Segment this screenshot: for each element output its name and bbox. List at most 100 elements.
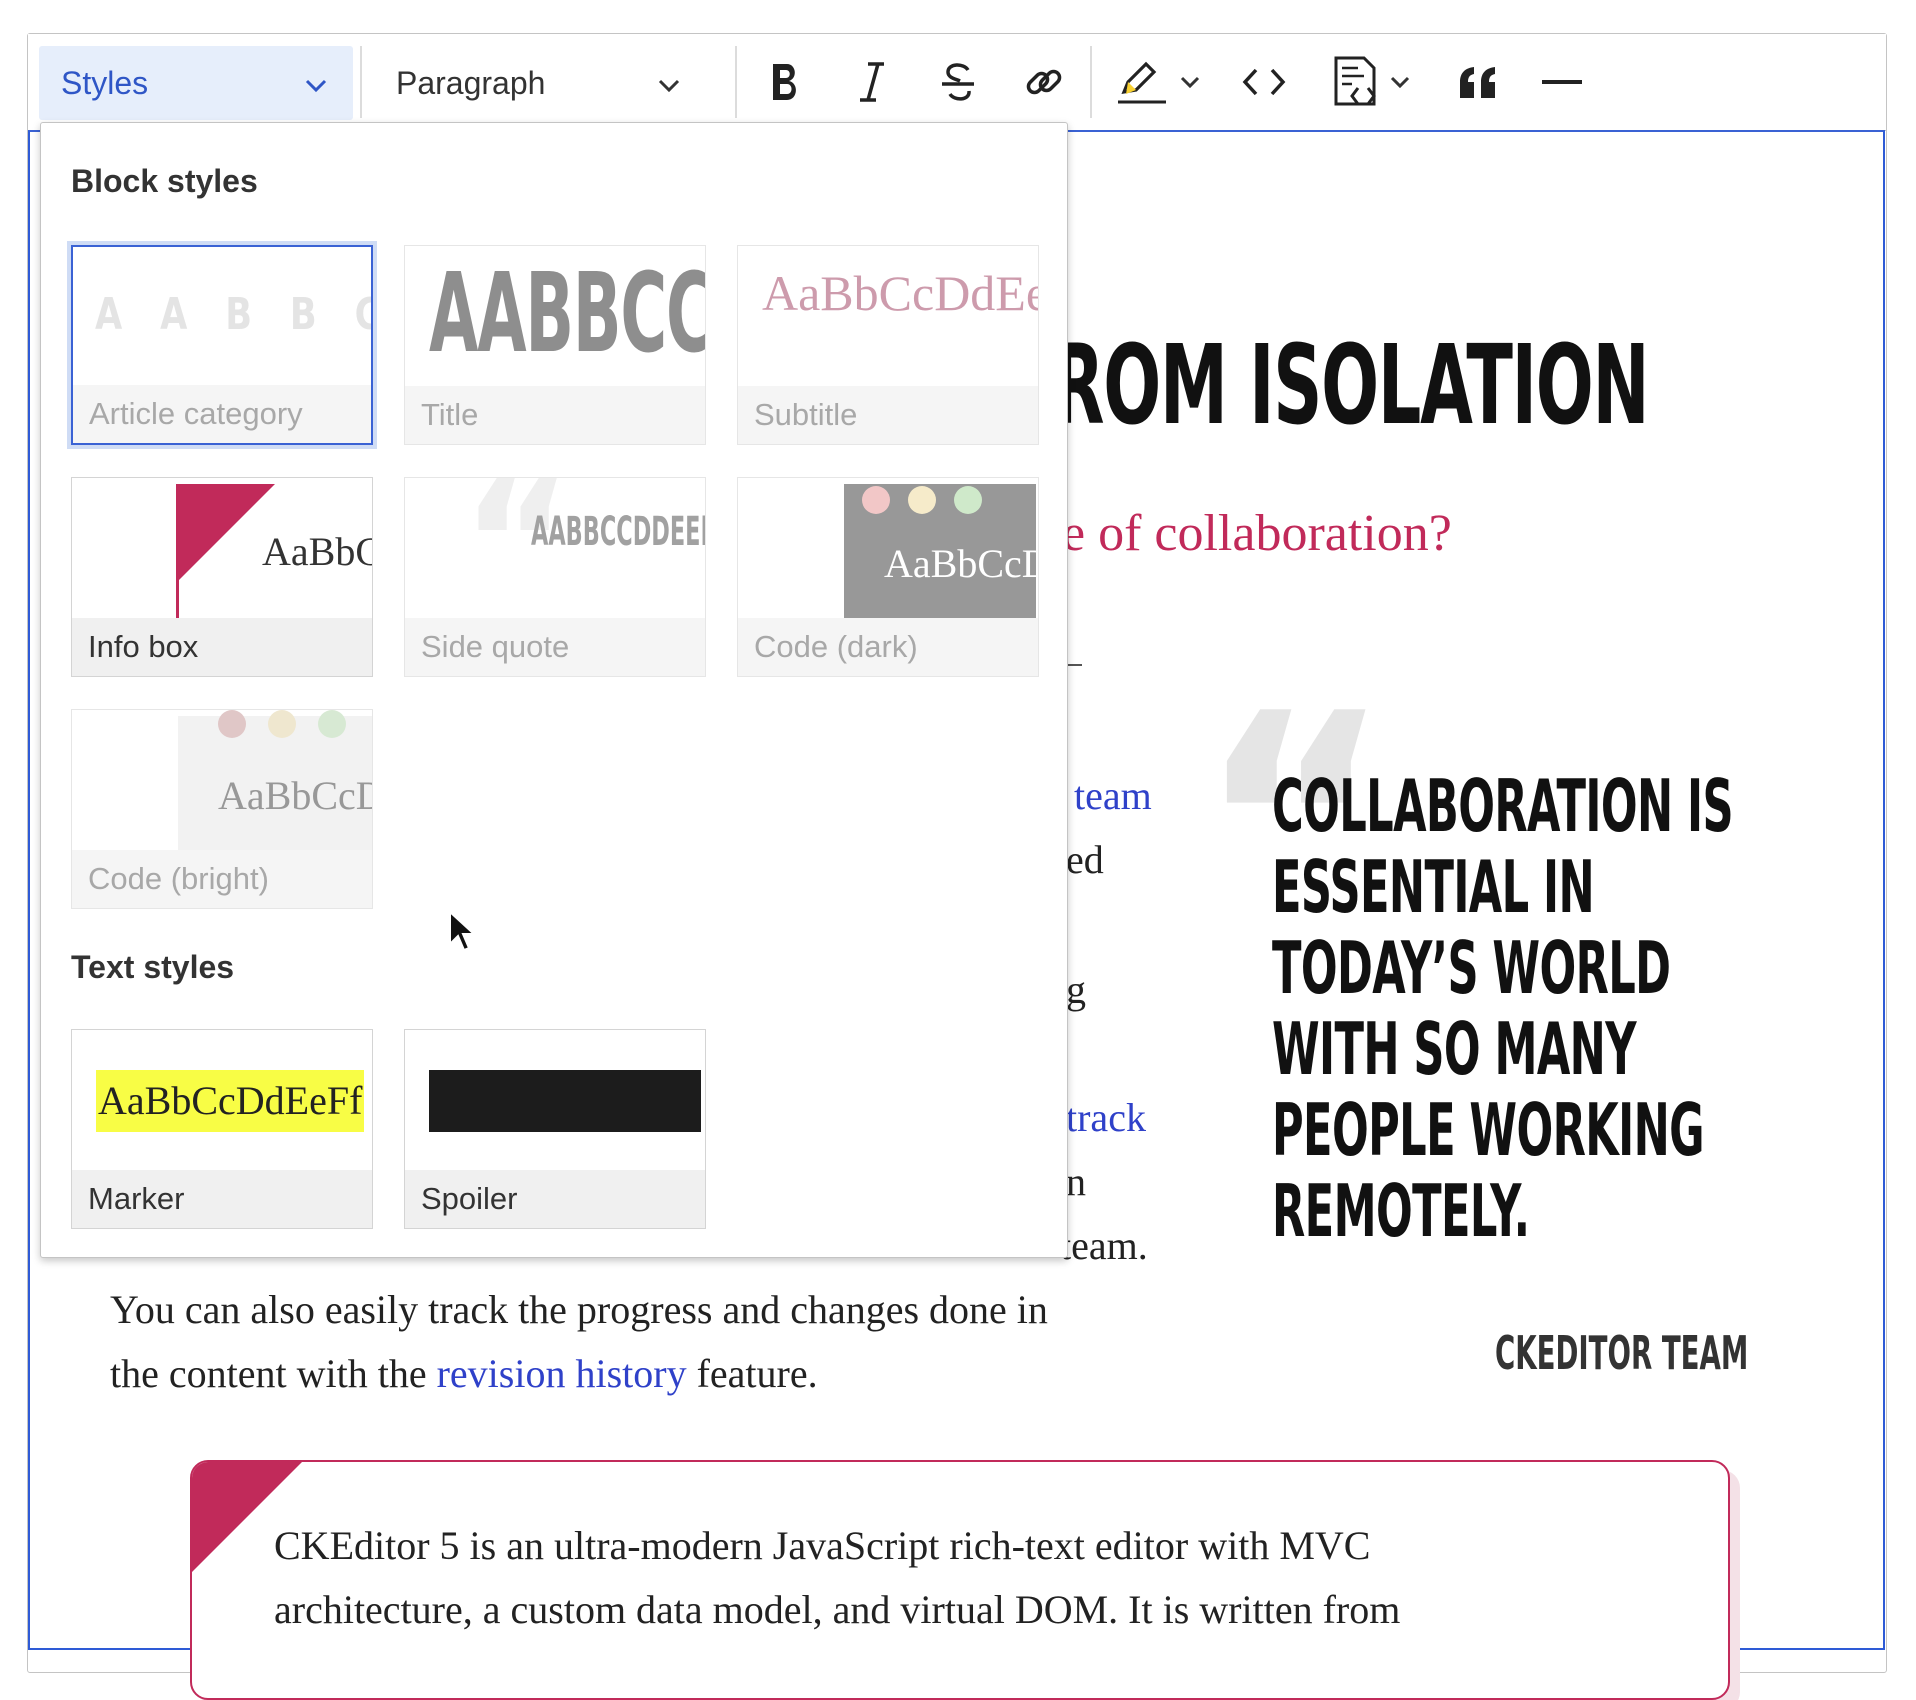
chevron-down-icon xyxy=(656,70,682,107)
style-label: Spoiler xyxy=(405,1170,705,1228)
mouse-cursor-icon xyxy=(448,909,478,959)
window-dot-icon xyxy=(954,486,982,514)
preview-text: AaBbCcD xyxy=(218,773,372,818)
styles-dropdown[interactable]: Styles xyxy=(39,46,353,120)
style-label: Subtitle xyxy=(738,386,1038,444)
preview-code-bright: AaBbCcD xyxy=(178,710,372,850)
window-dot-icon xyxy=(908,486,936,514)
preview-code-dark: AaBbCcD xyxy=(844,484,1038,618)
info-box-corner xyxy=(179,484,275,580)
body-fragment: team. xyxy=(1060,1223,1148,1268)
code-button[interactable] xyxy=(1234,52,1294,112)
preview-text: AaBbC xyxy=(262,529,372,574)
body-line: the content with the revision history fe… xyxy=(110,1354,818,1394)
italic-button[interactable] xyxy=(842,52,902,112)
info-box-line: architecture, a custom data model, and v… xyxy=(274,1587,1401,1632)
preview-text: AABBCC xyxy=(429,249,705,377)
heading-dropdown[interactable]: Paragraph xyxy=(366,46,706,120)
style-preview: AABBCC xyxy=(405,246,705,386)
style-spoiler[interactable]: Spoiler xyxy=(404,1029,706,1229)
preview-text: AaBbCcD xyxy=(884,541,1038,586)
body-line: You can also easily track the progress a… xyxy=(110,1287,1048,1332)
link-icon xyxy=(1022,60,1066,104)
styles-dropdown-label: Styles xyxy=(61,64,149,101)
style-label: Article category xyxy=(73,385,371,443)
article-title: ROM ISOLATION xyxy=(1052,321,1650,449)
style-label: Side quote xyxy=(405,618,705,676)
style-code-bright[interactable]: AaBbCcD Code (bright) xyxy=(71,709,373,909)
preview-text: AABBCCDDEEF xyxy=(531,509,705,555)
italic-icon xyxy=(852,60,892,104)
blockquote-button[interactable] xyxy=(1448,52,1508,112)
code-block-button[interactable] xyxy=(1316,52,1426,112)
side-quote-line: REMOTELY. xyxy=(1272,1169,1530,1253)
style-label: Code (dark) xyxy=(738,618,1038,676)
code-icon xyxy=(1242,62,1286,102)
heading-dropdown-label: Paragraph xyxy=(396,64,546,101)
side-quote-line: WITH SO MANY xyxy=(1272,1007,1637,1091)
window-dot-icon xyxy=(268,710,296,738)
link-track[interactable]: track xyxy=(1066,1098,1146,1138)
horizontal-line-button[interactable] xyxy=(1532,52,1592,112)
body-fragment: ed xyxy=(1066,837,1104,882)
preview-spoiler-bar xyxy=(429,1070,701,1132)
style-preview: AaBbCcDdEeFf xyxy=(72,1030,372,1170)
style-side-quote[interactable]: “ AABBCCDDEEF Side quote xyxy=(404,477,706,677)
strikethrough-icon xyxy=(938,60,978,104)
side-quote-line: PEOPLE WORKING xyxy=(1272,1088,1705,1172)
toolbar-separator xyxy=(735,46,737,118)
toolbar-separator xyxy=(1090,46,1092,118)
chevron-down-icon xyxy=(1178,70,1202,94)
style-article-category[interactable]: A A B B C C Article category xyxy=(71,245,373,445)
style-subtitle[interactable]: AaBbCcDdEe Subtitle xyxy=(737,245,1039,445)
style-preview: AaBbCcD xyxy=(72,710,372,850)
styles-panel: Block styles A A B B C C Article categor… xyxy=(40,122,1068,1258)
style-label: Code (bright) xyxy=(72,850,372,908)
style-label: Title xyxy=(405,386,705,444)
body-fragment: n xyxy=(1066,1159,1086,1204)
style-code-dark[interactable]: AaBbCcD Code (dark) xyxy=(737,477,1039,677)
style-preview xyxy=(405,1030,705,1170)
preview-text: AaBbCcDdEeFf xyxy=(96,1070,365,1132)
side-quote-line: COLLABORATION IS xyxy=(1272,764,1734,848)
highlight-icon xyxy=(1114,58,1170,106)
code-block-icon xyxy=(1330,54,1382,110)
block-styles-heading: Block styles xyxy=(71,163,258,199)
style-label: Marker xyxy=(72,1170,372,1228)
style-preview: AaBbCcDdEe xyxy=(738,246,1038,386)
style-info-box[interactable]: AaBbC Info box xyxy=(71,477,373,677)
style-preview: AaBbCcD xyxy=(738,478,1038,618)
preview-text: AaBbCcDdEe xyxy=(762,265,1038,321)
body-text: the content with the xyxy=(110,1351,427,1396)
side-quote-line: TODAY’S WORLD xyxy=(1272,926,1671,1010)
strikethrough-button[interactable] xyxy=(928,52,988,112)
link-team[interactable]: team xyxy=(1074,776,1152,816)
highlight-button[interactable] xyxy=(1108,52,1208,112)
info-box-line: CKEditor 5 is an ultra-modern JavaScript… xyxy=(274,1523,1371,1568)
bold-icon xyxy=(765,60,805,104)
side-quote-author: CKEDITOR TEAM xyxy=(1495,1326,1749,1380)
style-preview: A A B B C C xyxy=(73,247,371,387)
chevron-down-icon xyxy=(303,70,329,107)
article-subtitle: e of collaboration? xyxy=(1062,505,1452,562)
chevron-down-icon xyxy=(1388,70,1412,94)
window-dot-icon xyxy=(218,710,246,738)
bold-button[interactable] xyxy=(755,52,815,112)
text-styles-heading: Text styles xyxy=(71,949,235,985)
style-title[interactable]: AABBCC Title xyxy=(404,245,706,445)
info-box: CKEditor 5 is an ultra-modern JavaScript… xyxy=(190,1460,1730,1700)
horizontal-line-icon xyxy=(1540,77,1584,87)
side-quote-line: ESSENTIAL IN xyxy=(1272,845,1595,929)
body-fragment: g xyxy=(1066,967,1086,1012)
body-text: feature. xyxy=(696,1351,818,1396)
link-revision-history[interactable]: revision history xyxy=(437,1351,687,1396)
toolbar-separator xyxy=(360,46,362,118)
preview-text: A A B B C C xyxy=(95,289,371,340)
blockquote-icon xyxy=(1456,64,1500,100)
link-button[interactable] xyxy=(1014,52,1074,112)
window-dot-icon xyxy=(318,710,346,738)
style-preview: AaBbC xyxy=(72,478,372,618)
style-marker[interactable]: AaBbCcDdEeFf Marker xyxy=(71,1029,373,1229)
style-preview: “ AABBCCDDEEF xyxy=(405,478,705,618)
window-dot-icon xyxy=(862,486,890,514)
